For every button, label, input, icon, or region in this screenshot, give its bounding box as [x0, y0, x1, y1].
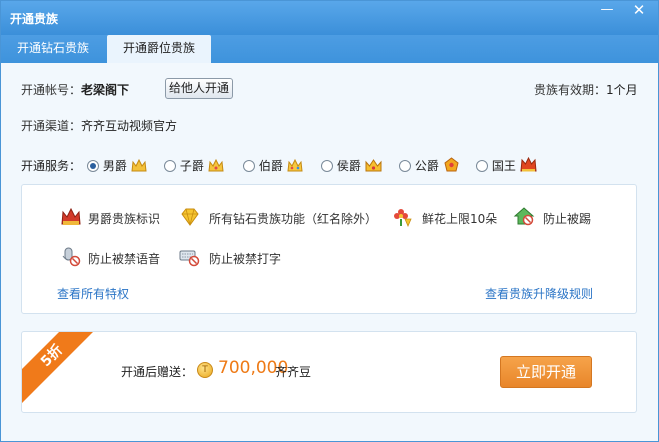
channel-value: 齐齐互动视频官方 — [81, 119, 178, 133]
minimize-button[interactable]: — — [593, 3, 621, 19]
service-label: 开通服务： — [21, 159, 82, 173]
privilege-label: 防止被踢 — [543, 212, 592, 226]
open-now-button[interactable]: 立即开通 — [500, 356, 592, 388]
account-value: 老梁阁下 — [81, 83, 130, 97]
channel-row: 开通渠道：齐齐互动视频官方 — [21, 117, 177, 134]
radio-viscount[interactable] — [164, 160, 176, 172]
privilege-label: 所有钻石贵族功能（红名除外） — [209, 212, 378, 226]
gift-to-others-button[interactable]: 给他人开通 — [165, 78, 233, 99]
close-button[interactable]: ✕ — [625, 3, 653, 19]
service-option-label: 国王 — [491, 159, 516, 173]
service-option-marquis[interactable]: 侯爵 — [321, 157, 382, 174]
duke-crown-icon — [444, 157, 459, 172]
house-shield-icon — [513, 207, 535, 226]
service-option-duke[interactable]: 公爵 — [399, 157, 460, 174]
title-bar[interactable]: 开通贵族 — ✕ — [1, 1, 658, 35]
earl-crown-icon — [287, 158, 303, 172]
privilege-label: 男爵贵族标识 — [88, 212, 161, 226]
service-option-label: 公爵 — [414, 159, 439, 173]
privilege-label: 防止被禁打字 — [209, 252, 282, 266]
window-title: 开通贵族 — [10, 12, 59, 26]
service-option-baron[interactable]: 男爵 — [87, 157, 147, 174]
mic-shield-icon — [62, 247, 81, 267]
radio-king[interactable] — [476, 160, 488, 172]
upgrade-rules-link[interactable]: 查看贵族升降级规则 — [485, 285, 593, 302]
gift-amount-unit: 齐齐豆 — [275, 365, 312, 379]
dialog-window: 开通贵族 — ✕ 开通钻石贵族 开通爵位贵族 开通帐号：老梁阁下 给他人开通 贵… — [0, 0, 659, 442]
king-crown-icon — [520, 157, 537, 172]
privilege-label: 防止被禁语音 — [88, 252, 161, 266]
baron-crown-icon — [131, 158, 147, 172]
service-option-viscount[interactable]: 子爵 — [164, 157, 224, 174]
radio-baron[interactable] — [87, 160, 99, 172]
privileges-panel: 男爵贵族标识 所有钻石贵族功能（红名除外） 鲜花上限10朵 防止被踢 防止被禁语… — [21, 184, 637, 314]
keyboard-shield-icon — [179, 250, 200, 267]
account-row: 开通帐号：老梁阁下 — [21, 81, 129, 98]
channel-label: 开通渠道： — [21, 119, 82, 133]
account-label: 开通帐号： — [21, 83, 82, 97]
gift-label: 开通后赠送： — [121, 365, 194, 379]
marquis-crown-icon — [365, 159, 382, 172]
tab-diamond-noble[interactable]: 开通钻石贵族 — [3, 35, 103, 63]
flower-icon — [394, 209, 412, 228]
crown-badge-icon — [61, 207, 81, 225]
validity-row: 贵族有效期：1个月 — [534, 81, 638, 98]
offer-panel: 5折 开通后赠送： T 700,000 齐齐豆 立即开通 — [21, 331, 637, 413]
service-option-label: 伯爵 — [258, 159, 283, 173]
service-option-earl[interactable]: 伯爵 — [243, 157, 303, 174]
discount-badge: 5折 — [22, 332, 103, 407]
radio-marquis[interactable] — [321, 160, 333, 172]
validity-label: 贵族有效期： — [534, 83, 607, 97]
content-area: 开通帐号：老梁阁下 给他人开通 贵族有效期：1个月 开通渠道：齐齐互动视频官方 … — [1, 63, 658, 441]
privilege-label: 鲜花上限10朵 — [422, 212, 498, 226]
tab-bar: 开通钻石贵族 开通爵位贵族 — [1, 35, 658, 63]
tab-title-noble[interactable]: 开通爵位贵族 — [107, 35, 211, 63]
viscount-crown-icon — [208, 158, 224, 172]
service-option-label: 男爵 — [102, 159, 127, 173]
service-option-label: 子爵 — [179, 159, 204, 173]
service-option-label: 侯爵 — [336, 159, 361, 173]
radio-duke[interactable] — [399, 160, 411, 172]
coin-icon: T — [197, 362, 213, 378]
diamond-icon — [181, 208, 199, 226]
view-all-privileges-link[interactable]: 查看所有特权 — [57, 285, 129, 302]
radio-earl[interactable] — [243, 160, 255, 172]
validity-value: 1个月 — [606, 83, 638, 97]
service-option-king[interactable]: 国王 — [476, 157, 537, 174]
